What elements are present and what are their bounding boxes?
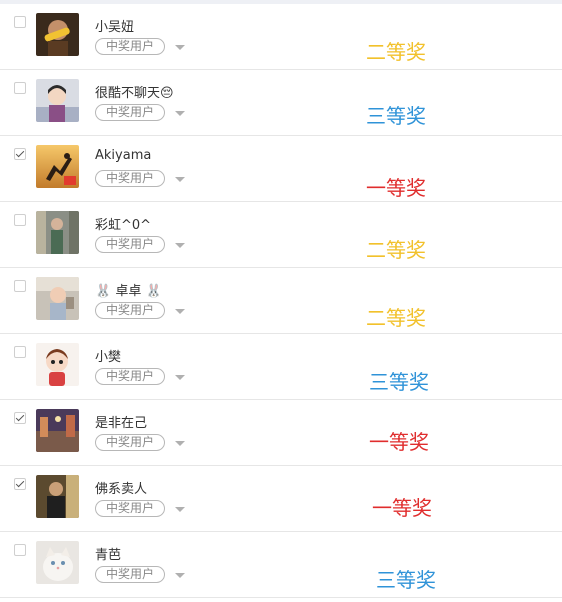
- list-item: 小吴妞 中奖用户 二等奖: [0, 4, 562, 70]
- user-name: 小樊: [95, 350, 122, 365]
- chevron-down-icon[interactable]: [175, 375, 185, 380]
- list-item: Akiyama 中奖用户 一等奖: [0, 136, 562, 202]
- user-name: 是非在己: [95, 416, 148, 431]
- winner-tag: 中奖用户: [95, 236, 165, 253]
- list-item: 是非在己 中奖用户 一等奖: [0, 400, 562, 466]
- prize-label: 二等奖: [366, 306, 426, 330]
- child-photo-avatar: [36, 277, 79, 320]
- winner-tag: 中奖用户: [95, 170, 165, 187]
- winner-tag: 中奖用户: [95, 566, 165, 583]
- select-checkbox[interactable]: [14, 544, 26, 556]
- chevron-down-icon[interactable]: [175, 573, 185, 578]
- winner-tag: 中奖用户: [95, 434, 165, 451]
- user-name: 佛系卖人: [95, 482, 148, 497]
- winner-tag: 中奖用户: [95, 302, 165, 319]
- chevron-down-icon[interactable]: [175, 243, 185, 248]
- chevron-down-icon[interactable]: [175, 507, 185, 512]
- select-checkbox[interactable]: [14, 214, 26, 226]
- list-item: 青芭 中奖用户 三等奖: [0, 532, 562, 598]
- user-name: 青芭: [95, 548, 122, 563]
- select-checkbox[interactable]: [14, 280, 26, 292]
- prize-label: 三等奖: [369, 370, 429, 394]
- user-name: 很酷不聊天😔: [95, 86, 174, 101]
- street-photo-avatar: [36, 409, 79, 452]
- list-item: 佛系卖人 中奖用户 一等奖: [0, 466, 562, 532]
- select-checkbox[interactable]: [14, 148, 26, 160]
- chevron-down-icon[interactable]: [175, 441, 185, 446]
- select-checkbox[interactable]: [14, 478, 26, 490]
- prize-label: 三等奖: [366, 104, 426, 128]
- chevron-down-icon[interactable]: [175, 177, 185, 182]
- chevron-down-icon[interactable]: [175, 309, 185, 314]
- user-name: Akiyama: [95, 148, 152, 163]
- select-checkbox[interactable]: [14, 82, 26, 94]
- winner-tag: 中奖用户: [95, 500, 165, 517]
- prize-label: 二等奖: [366, 40, 426, 64]
- winner-tag: 中奖用户: [95, 38, 165, 55]
- prize-label: 二等奖: [366, 238, 426, 262]
- user-name: 🐰 卓卓 🐰: [95, 284, 162, 299]
- cat-photo-avatar: [36, 541, 79, 584]
- user-name: 彩虹^0^: [95, 218, 152, 233]
- chevron-down-icon[interactable]: [175, 45, 185, 50]
- silhouette-sunset-avatar: [36, 145, 79, 188]
- prize-label: 一等奖: [366, 176, 426, 200]
- select-checkbox[interactable]: [14, 346, 26, 358]
- portrait-photo-avatar: [36, 475, 79, 518]
- list-item: 彩虹^0^ 中奖用户 二等奖: [0, 202, 562, 268]
- user-name: 小吴妞: [95, 20, 135, 35]
- list-item: 小樊 中奖用户 三等奖: [0, 334, 562, 400]
- cartoon-girl-avatar: [36, 79, 79, 122]
- select-checkbox[interactable]: [14, 16, 26, 28]
- prize-label: 一等奖: [372, 496, 432, 520]
- corn-photo-avatar: [36, 13, 79, 56]
- person-photo-avatar: [36, 211, 79, 254]
- list-item: 很酷不聊天😔 中奖用户 三等奖: [0, 70, 562, 136]
- select-checkbox[interactable]: [14, 412, 26, 424]
- chevron-down-icon[interactable]: [175, 111, 185, 116]
- cartoon-boy-avatar: [36, 343, 79, 386]
- winner-tag: 中奖用户: [95, 368, 165, 385]
- winner-tag: 中奖用户: [95, 104, 165, 121]
- prize-label: 一等奖: [369, 430, 429, 454]
- prize-label: 三等奖: [376, 568, 436, 592]
- list-item: 🐰 卓卓 🐰 中奖用户 二等奖: [0, 268, 562, 334]
